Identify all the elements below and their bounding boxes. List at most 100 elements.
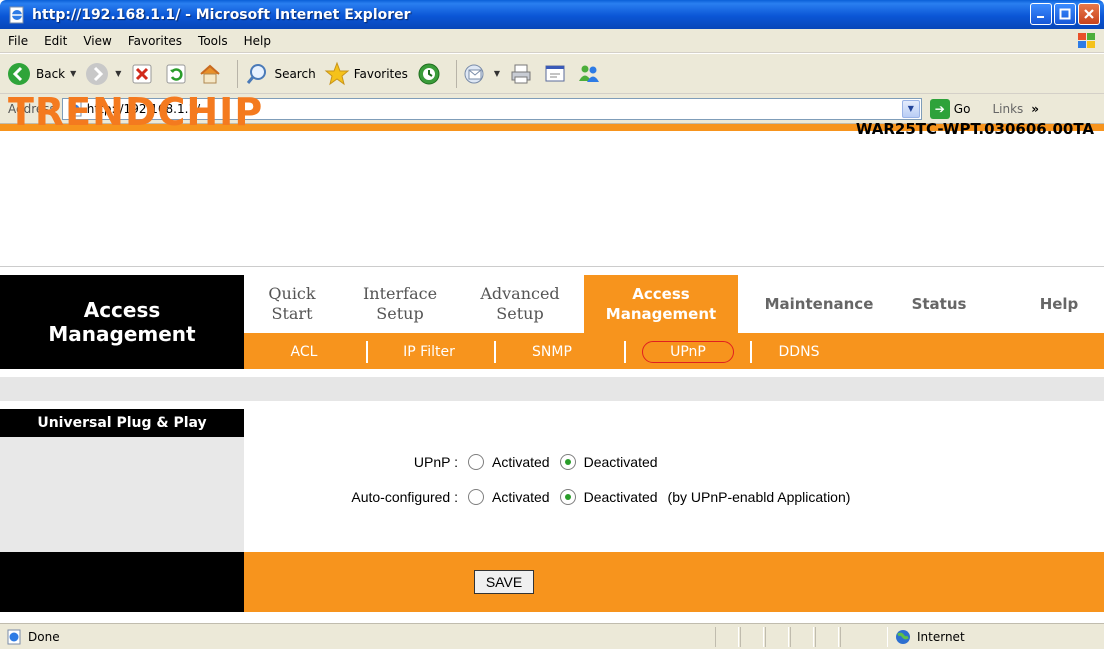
nav-label: Access — [632, 285, 690, 303]
nav-label: Start — [271, 304, 313, 323]
status-text: Done — [28, 629, 60, 644]
mail-dropdown-icon[interactable]: ▼ — [494, 69, 500, 78]
subnav-upnp[interactable]: UPnP — [642, 341, 734, 363]
auto-configured-row: Auto-configured : Activated Deactivated … — [250, 489, 850, 505]
upnp-deactivated-radio[interactable] — [559, 454, 576, 470]
subnav-ip-filter[interactable]: IP Filter — [384, 341, 474, 363]
mail-icon — [464, 64, 484, 83]
firmware-model: WAR25TC-WPT.030606.00TA — [855, 120, 1094, 138]
toolbar: Back ▼ ▼ Search Favorites ▼ — [0, 54, 1104, 94]
edit-button[interactable] — [542, 61, 568, 87]
back-dropdown-icon[interactable]: ▼ — [70, 69, 76, 78]
footer-left-block — [0, 552, 244, 612]
search-button[interactable]: Search — [244, 61, 316, 87]
chevron-right-icon: » — [1031, 101, 1040, 116]
window-titlebar: http://192.168.1.1/ - Microsoft Internet… — [0, 0, 1104, 29]
auto-activated-radio[interactable] — [468, 489, 484, 505]
nav-help[interactable]: Help — [1014, 275, 1104, 333]
menu-file[interactable]: File — [0, 34, 36, 48]
status-cell — [765, 627, 789, 647]
status-cell — [815, 627, 839, 647]
upnp-deactivated-label: Deactivated — [583, 454, 658, 470]
favorites-label: Favorites — [353, 66, 408, 81]
go-arrow-icon: ➔ — [929, 98, 950, 119]
search-label: Search — [274, 66, 316, 81]
main-nav: Quick Start Interface Setup Advanced Set… — [244, 275, 1104, 333]
zone-label: Internet — [917, 630, 965, 644]
status-cell — [840, 627, 888, 647]
subnav-separator — [624, 341, 626, 363]
gray-spacer-bar — [0, 377, 1104, 401]
links-button[interactable]: Links » — [992, 102, 1039, 116]
nav-label: Advanced — [480, 284, 560, 303]
auto-deactivated-radio[interactable] — [559, 489, 576, 505]
stop-button[interactable] — [129, 61, 155, 87]
minimize-icon — [1037, 16, 1044, 18]
nav-label: Quick — [268, 284, 316, 303]
upnp-label: UPnP : — [413, 454, 458, 470]
forward-dropdown-icon[interactable]: ▼ — [115, 69, 121, 78]
home-icon — [200, 64, 221, 83]
header-divider — [0, 266, 1104, 267]
mail-button[interactable]: ▼ — [463, 61, 500, 87]
back-button[interactable]: Back ▼ — [6, 61, 76, 87]
menu-tools[interactable]: Tools — [190, 34, 236, 48]
subnav-acl[interactable]: ACL — [274, 341, 334, 363]
edit-page-icon — [545, 65, 565, 81]
nav-status[interactable]: Status — [894, 275, 984, 333]
nav-label: Setup — [376, 304, 424, 323]
messenger-button[interactable] — [576, 61, 602, 87]
nav-access-management[interactable]: Access Management — [584, 275, 738, 333]
close-button[interactable] — [1078, 3, 1100, 25]
footer-action-bar — [244, 552, 1104, 612]
maximize-button[interactable] — [1054, 3, 1076, 25]
status-cell — [790, 627, 814, 647]
status-cell — [740, 627, 764, 647]
go-button[interactable]: ➔ Go — [929, 98, 970, 119]
nav-label: Interface — [362, 284, 438, 303]
nav-label: Maintenance — [764, 295, 874, 313]
address-dropdown-icon[interactable]: ▼ — [901, 99, 920, 118]
print-icon — [511, 64, 531, 83]
back-label: Back — [36, 66, 66, 81]
favorites-button[interactable]: Favorites — [324, 61, 408, 87]
menu-view[interactable]: View — [75, 34, 119, 48]
ie-page-icon — [7, 629, 21, 644]
nav-advanced-setup[interactable]: Advanced Setup — [460, 275, 580, 333]
forward-arrow-icon — [86, 62, 109, 85]
nav-quick-start[interactable]: Quick Start — [244, 275, 340, 333]
back-arrow-icon — [8, 62, 30, 85]
section-title-line2: Management — [48, 322, 196, 346]
status-cell — [715, 627, 739, 647]
search-icon — [247, 63, 267, 84]
menu-favorites[interactable]: Favorites — [120, 34, 190, 48]
refresh-button[interactable] — [163, 61, 189, 87]
nav-label: Status — [911, 295, 967, 313]
subnav-separator — [750, 341, 752, 363]
minimize-button[interactable] — [1030, 3, 1052, 25]
nav-interface-setup[interactable]: Interface Setup — [340, 275, 460, 333]
save-button[interactable]: SAVE — [474, 570, 534, 594]
subnav-ddns[interactable]: DDNS — [764, 341, 834, 363]
sub-nav: ACL IP Filter SNMP UPnP DDNS — [244, 333, 1104, 369]
messenger-icon — [579, 65, 600, 82]
nav-label: Help — [1039, 295, 1079, 313]
home-button[interactable] — [197, 61, 223, 87]
history-button[interactable] — [416, 61, 442, 87]
toolbar-separator — [455, 59, 457, 88]
upnp-activated-radio[interactable] — [468, 454, 484, 470]
section-title-line1: Access — [83, 298, 161, 322]
section-title: Access Management — [0, 275, 244, 369]
security-zone: Internet — [895, 624, 965, 649]
menu-bar: File Edit View Favorites Tools Help — [0, 29, 1104, 53]
menu-edit[interactable]: Edit — [36, 34, 75, 48]
subnav-separator — [366, 341, 368, 363]
menu-help[interactable]: Help — [236, 34, 279, 48]
subnav-separator — [494, 341, 496, 363]
forward-button[interactable]: ▼ — [84, 61, 121, 87]
history-icon — [418, 63, 440, 84]
favorites-star-icon — [324, 61, 350, 85]
nav-maintenance[interactable]: Maintenance — [744, 275, 894, 333]
print-button[interactable] — [508, 61, 534, 87]
subnav-snmp[interactable]: SNMP — [512, 341, 592, 363]
